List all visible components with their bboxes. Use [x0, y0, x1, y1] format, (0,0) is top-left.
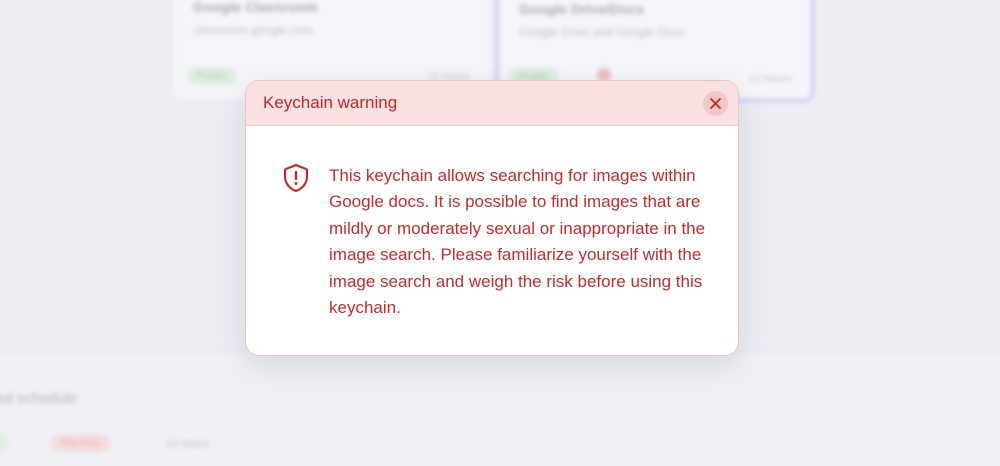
keychain-warning-dialog: Keychain warning This keychain allows se…: [245, 80, 739, 356]
dialog-header: Keychain warning: [246, 81, 738, 126]
card-subtitle: Google Drive and Google Docs: [519, 25, 686, 39]
card-meta: 12 hours: [749, 73, 792, 85]
card-title: Google Classroom: [193, 0, 318, 15]
dialog-title: Keychain warning: [263, 93, 398, 112]
shield-alert-icon: [283, 163, 309, 193]
section-heading: ed schedule: [0, 390, 77, 407]
card-meta: 12 hours: [166, 438, 209, 450]
card-title: Google Drive/Docs: [519, 1, 645, 17]
close-button[interactable]: [703, 91, 728, 116]
warning-badge: Warning: [50, 434, 111, 452]
bottom-section: [0, 352, 1000, 466]
warning-message: This keychain allows searching for image…: [329, 166, 706, 318]
card-subtitle: classroom.google.com: [193, 23, 314, 37]
status-badge: Public: [187, 67, 237, 85]
close-icon: [710, 98, 721, 109]
